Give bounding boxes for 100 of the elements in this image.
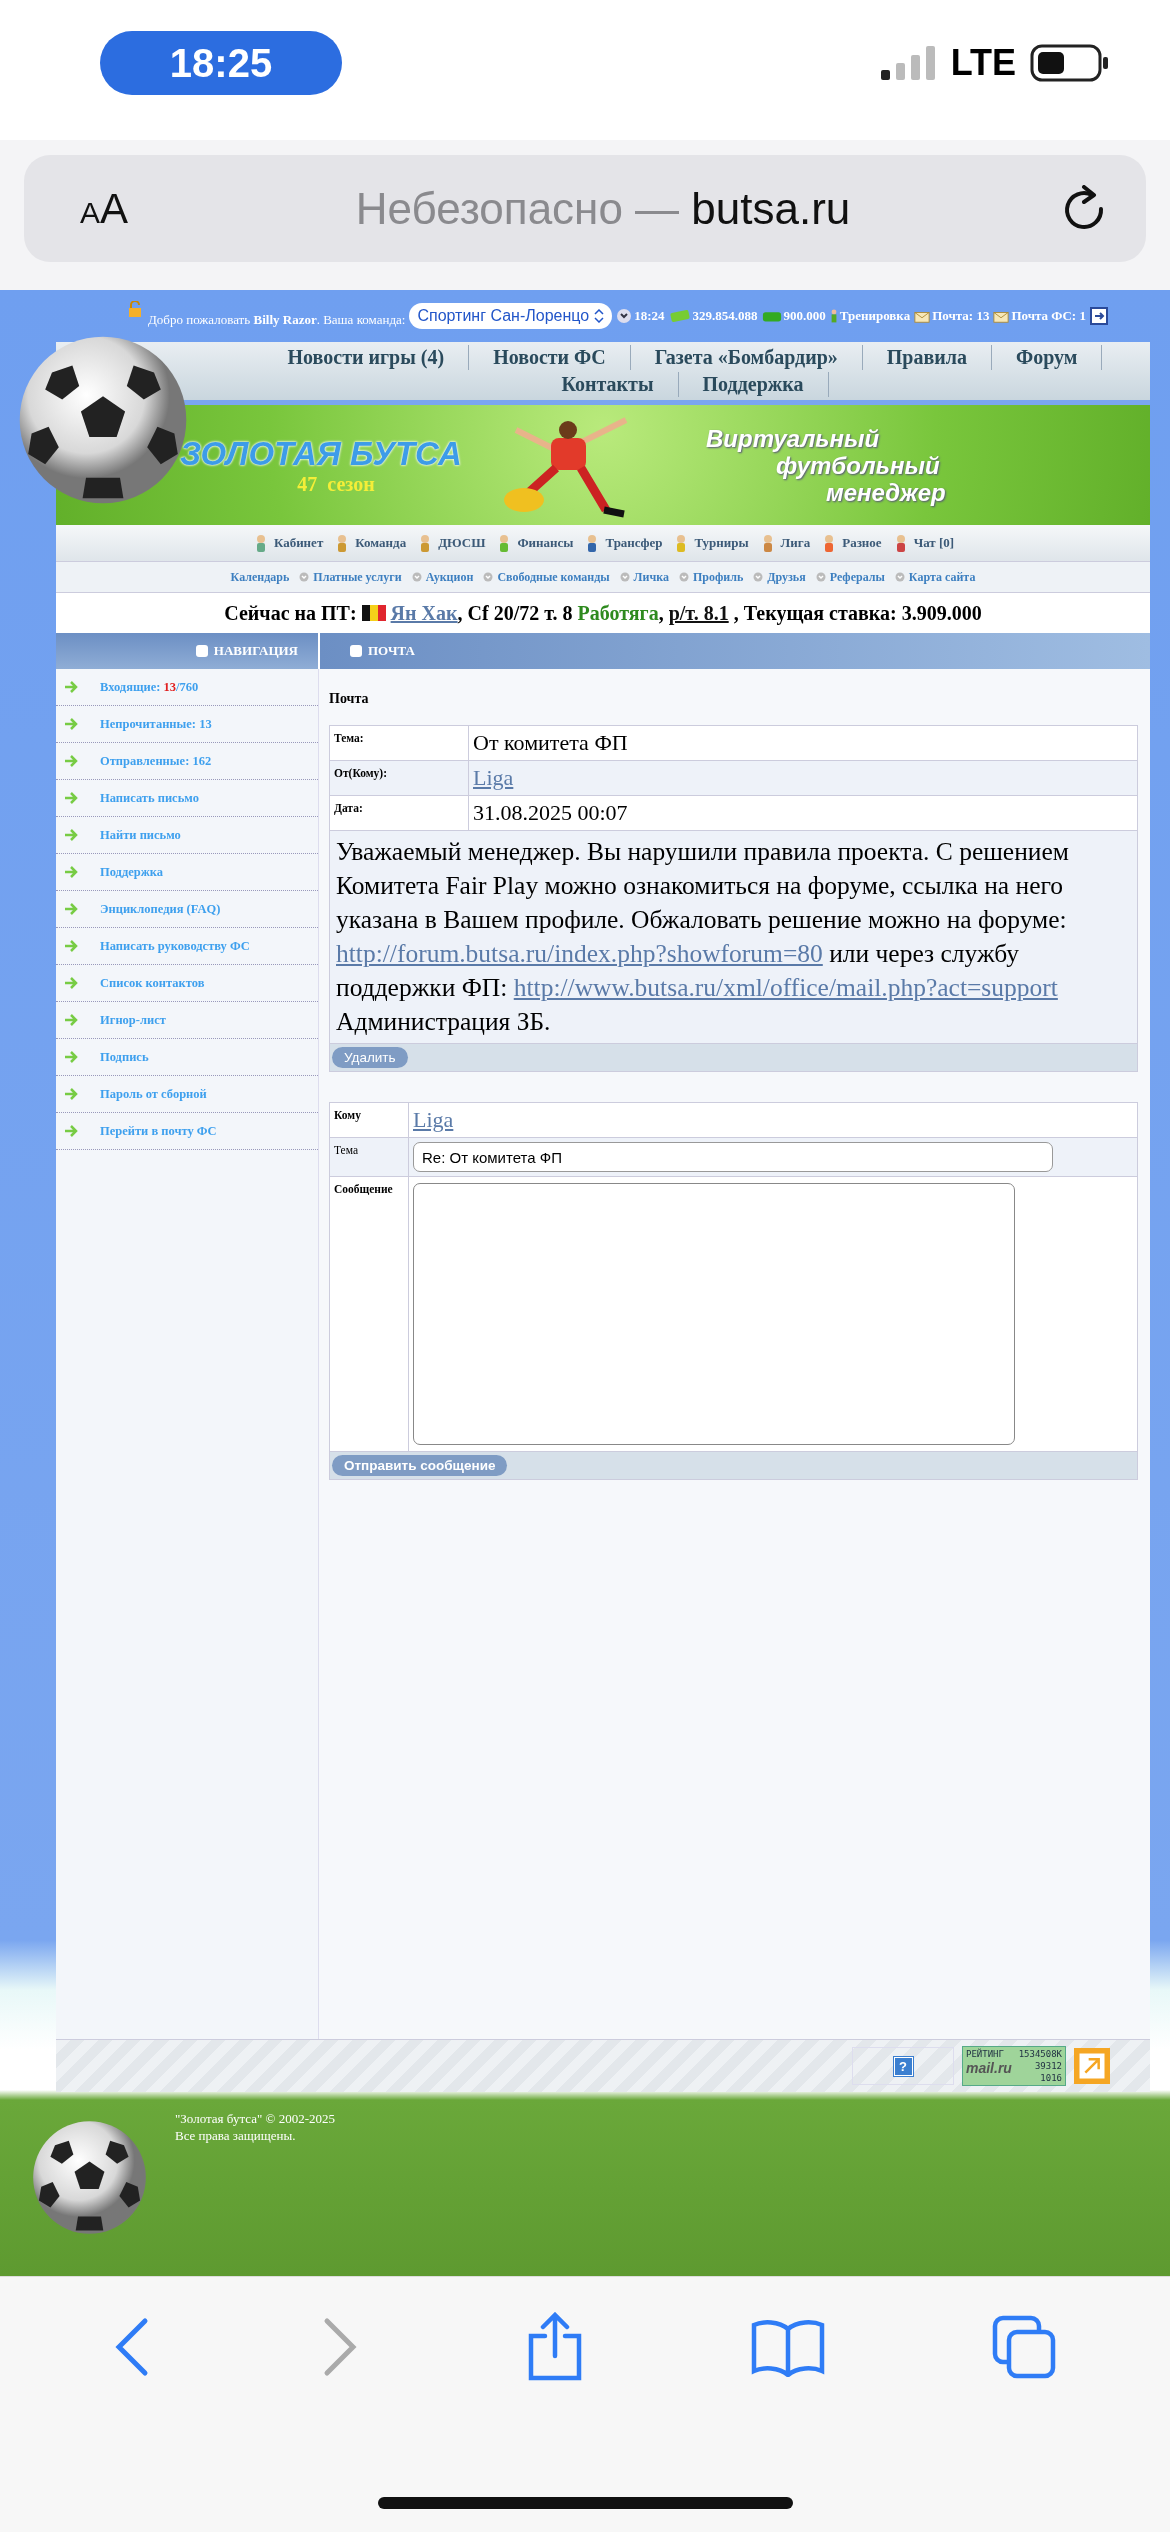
- clock-icon: [616, 308, 633, 324]
- rating-counter[interactable]: РЕЙТИНГ 1534508K mail.ru 39312 1016: [962, 2046, 1066, 2086]
- sidebar-item[interactable]: Найти письмо: [56, 817, 318, 854]
- address-text: Небезопасно — butsa.ru: [354, 183, 852, 234]
- nav-link[interactable]: Газета «Бомбардир»: [630, 345, 863, 370]
- exit-icon[interactable]: [1089, 307, 1108, 325]
- bullet-icon: [753, 572, 764, 582]
- current-bid: , Текущая ставка: 3.909.000: [732, 601, 982, 625]
- rights-text: Все права защищены.: [175, 2127, 296, 2144]
- message-link[interactable]: http://forum.butsa.ru/index.php?showforum=80: [336, 939, 823, 968]
- field-label: От(Кому):: [329, 760, 469, 796]
- menu-link[interactable]: Чат [0]: [913, 535, 955, 551]
- player-details: , Cf 20/72 т. 8: [457, 601, 574, 625]
- field-value: От комитета ФП: [473, 730, 628, 755]
- field-label: Кому: [329, 1102, 409, 1138]
- menu-link[interactable]: Карта сайта: [908, 569, 976, 585]
- battery-icon: [1030, 44, 1110, 82]
- tagline-text: менеджер: [826, 478, 946, 506]
- menu-link[interactable]: Личка: [633, 569, 669, 585]
- bullet-icon: [815, 572, 826, 582]
- menu-link[interactable]: Турниры: [694, 535, 749, 551]
- menu-link[interactable]: Свободные команды: [497, 569, 610, 585]
- sidebar-item[interactable]: Входящие: 13/760: [56, 669, 318, 706]
- message-body: Уважаемый менеджер. Вы нарушили правила проекта. С решением Комитета Fair Play можно ознакомиться на форуме, ссылка на него указана в Вашем профиле. Обжаловать решение можно на форуме: http://forum.butsa.ru/index.php?showforum=80 или через службу поддержки ФП: http://www.butsa.ru/xml/office/mail.php?act=support Администрация ЗБ.: [329, 830, 1138, 1044]
- signal-icon: [880, 46, 937, 80]
- bullet-icon: [678, 572, 689, 582]
- mail-link[interactable]: Почта: 13: [932, 308, 990, 324]
- nav-link[interactable]: Новости ФС: [469, 345, 631, 370]
- rating-link[interactable]: р/т. 8.1: [668, 601, 729, 625]
- team-select[interactable]: Спортинг Сан-Лоренцо: [409, 303, 613, 329]
- bullet-icon: [411, 572, 422, 582]
- menu-link[interactable]: Аукцион: [425, 569, 474, 585]
- book-icon[interactable]: [751, 2317, 825, 2377]
- sidebar-item[interactable]: Список контактов: [56, 965, 318, 1002]
- training-link[interactable]: Тренировка: [839, 308, 911, 324]
- transfer-label: Сейчас на ПТ:: [224, 601, 358, 625]
- menu-link[interactable]: Рефералы: [829, 569, 885, 585]
- menu-link[interactable]: Кабинет: [273, 535, 324, 551]
- address-bar[interactable]: AA Небезопасно — butsa.ru: [24, 155, 1146, 262]
- status-time: 18:25: [100, 31, 342, 95]
- player-link[interactable]: Ян Хак: [390, 601, 458, 625]
- menu-link[interactable]: Платные услуги: [313, 569, 402, 585]
- menu-link[interactable]: ДЮСШ: [438, 535, 486, 551]
- separator-text: ,: [658, 601, 664, 625]
- arrow-icon: [64, 755, 78, 767]
- arrow-icon: [64, 940, 78, 952]
- sidebar-item[interactable]: Написать руководству ФС: [56, 928, 318, 965]
- sidebar-item[interactable]: Отправленные: 162: [56, 743, 318, 780]
- sidebar-item[interactable]: Перейти в почту ФС: [56, 1113, 318, 1150]
- bullet-icon: [299, 572, 310, 582]
- sidebar-item[interactable]: Игнор-лист: [56, 1002, 318, 1039]
- subject-field[interactable]: Re: От комитета ФП: [413, 1142, 1053, 1172]
- menu-link[interactable]: Лига: [780, 535, 811, 551]
- message-link[interactable]: http://www.butsa.ru/xml/office/mail.php?act=support: [513, 973, 1058, 1002]
- caret-icon: [594, 309, 605, 323]
- nav-link[interactable]: Новости игры (4): [263, 345, 470, 370]
- menu-link[interactable]: Команда: [355, 535, 407, 551]
- sender-link[interactable]: Liga: [473, 765, 514, 790]
- nav-link[interactable]: Форум: [992, 345, 1103, 370]
- mail-title: Почта: [329, 690, 370, 708]
- section-title: ПОЧТА: [368, 643, 415, 659]
- menu-link[interactable]: Финансы: [517, 535, 574, 551]
- square-icon: [195, 645, 208, 657]
- send-button[interactable]: Отправить сообщение: [332, 1455, 508, 1476]
- menu-link[interactable]: Разное: [842, 535, 882, 551]
- player-trait: Работяга: [577, 601, 659, 625]
- sidebar-item[interactable]: Подпись: [56, 1039, 318, 1076]
- recipient-link[interactable]: Liga: [413, 1107, 454, 1132]
- sidebar-item[interactable]: Пароль от сборной: [56, 1076, 318, 1113]
- nav-link[interactable]: Правила: [862, 345, 993, 370]
- fs-mail-link[interactable]: Почта ФС: 1: [1011, 308, 1086, 324]
- arrow-icon: [64, 718, 78, 730]
- arrow-icon: [64, 681, 78, 693]
- arrow-icon: [64, 1088, 78, 1100]
- menu-link[interactable]: Друзья: [767, 569, 806, 585]
- tabs-icon[interactable]: [991, 2314, 1057, 2380]
- padlock-icon: [128, 301, 144, 317]
- menu-link[interactable]: Календарь: [230, 569, 290, 585]
- bonus-balance: 900.000: [783, 308, 826, 324]
- copyright-text: "Золотая бутса" © 2002-2025: [175, 2110, 335, 2127]
- message-field[interactable]: [413, 1183, 1015, 1445]
- nav-link[interactable]: Поддержка: [678, 372, 829, 397]
- menu-link[interactable]: Профиль: [692, 569, 744, 585]
- field-label: Дата:: [329, 795, 469, 831]
- season-label: 47 сезон: [297, 472, 375, 496]
- arrow-icon: [64, 977, 78, 989]
- sidebar-item[interactable]: Энциклопедия (FAQ): [56, 891, 318, 928]
- sidebar-item[interactable]: Поддержка: [56, 854, 318, 891]
- arrow-icon: [64, 792, 78, 804]
- arrow-icon[interactable]: [1074, 2048, 1110, 2084]
- sidebar-item[interactable]: Написать письмо: [56, 780, 318, 817]
- text-size-button[interactable]: AA: [64, 184, 144, 233]
- bullet-icon: [483, 572, 494, 582]
- menu-link[interactable]: Трансфер: [605, 535, 663, 551]
- sidebar-item[interactable]: Непрочитанные: 13: [56, 706, 318, 743]
- network-label: LTE: [950, 42, 1016, 84]
- nav-link[interactable]: Контакты: [537, 372, 679, 397]
- banknote-icon: [668, 308, 691, 324]
- delete-button[interactable]: Удалить: [332, 1047, 408, 1068]
- help-icon[interactable]: ?: [893, 2056, 913, 2076]
